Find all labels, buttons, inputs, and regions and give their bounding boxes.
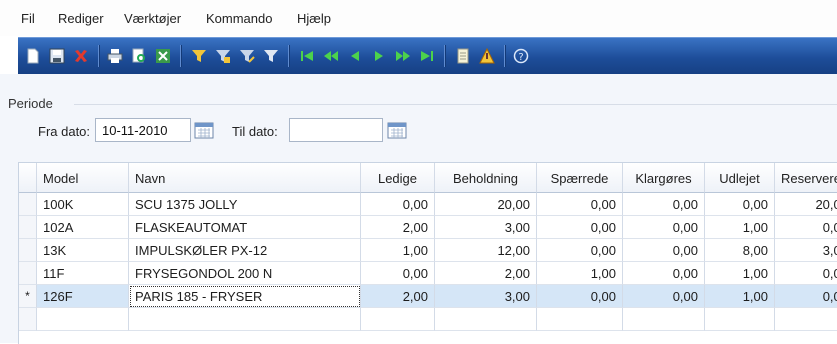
to-date-label: Til dato: <box>232 124 278 139</box>
cell-spaerrede[interactable]: 1,00 <box>537 262 623 285</box>
column-header-reserverede[interactable]: Reserverede <box>775 163 837 193</box>
new-row-cell[interactable] <box>435 308 537 331</box>
from-date-label: Fra dato: <box>38 124 91 139</box>
column-header-udlejet[interactable]: Udlejet <box>705 163 775 193</box>
previous-record-icon[interactable] <box>346 47 364 65</box>
menu-kommando[interactable]: Kommando <box>206 11 272 26</box>
delete-icon[interactable] <box>72 47 90 65</box>
from-date-input[interactable] <box>95 118 191 142</box>
cell-model[interactable]: 13K <box>37 239 129 262</box>
svg-text:?: ? <box>518 52 523 63</box>
menu-vaerktoejer[interactable]: Værktøjer <box>124 11 181 26</box>
cell-ledige[interactable]: 0,00 <box>361 262 435 285</box>
cell-udlejet[interactable]: 1,00 <box>705 262 775 285</box>
cell-model[interactable]: 126F <box>37 285 129 308</box>
menu-hjaelp[interactable]: Hjælp <box>297 11 331 26</box>
cell-beholdning[interactable]: 2,00 <box>435 262 537 285</box>
column-header-beholdning[interactable]: Beholdning <box>435 163 537 193</box>
cell-reserverede[interactable]: 0,00 <box>775 285 837 308</box>
new-row-cell[interactable] <box>361 308 435 331</box>
menu-fil[interactable]: Fil <box>21 11 35 26</box>
next-record-icon[interactable] <box>370 47 388 65</box>
row-selector[interactable] <box>19 308 37 331</box>
cell-spaerrede[interactable]: 0,00 <box>537 239 623 262</box>
filter-icon[interactable] <box>190 47 208 65</box>
cell-navn[interactable]: FRYSEGONDOL 200 N <box>129 262 361 285</box>
remove-filter-icon[interactable] <box>262 47 280 65</box>
cell-beholdning[interactable]: 3,00 <box>435 285 537 308</box>
row-selector[interactable]: * <box>19 285 37 308</box>
advanced-filter-icon[interactable] <box>238 47 256 65</box>
cell-spaerrede[interactable]: 0,00 <box>537 216 623 239</box>
document-icon[interactable] <box>454 47 472 65</box>
cell-ledige[interactable]: 2,00 <box>361 285 435 308</box>
cell-navn[interactable]: SCU 1375 JOLLY <box>129 193 361 216</box>
row-selector[interactable] <box>19 262 37 285</box>
cell-ledige[interactable]: 1,00 <box>361 239 435 262</box>
first-record-icon[interactable] <box>298 47 316 65</box>
column-header-klargoeres[interactable]: Klargøres <box>623 163 705 193</box>
cell-klargoeres[interactable]: 0,00 <box>623 216 705 239</box>
export-excel-icon[interactable] <box>154 47 172 65</box>
cell-ledige[interactable]: 2,00 <box>361 216 435 239</box>
menu-bar: Fil Rediger Værktøjer Kommando Hjælp <box>0 0 837 36</box>
grid-corner <box>19 163 37 193</box>
cell-model[interactable]: 102A <box>37 216 129 239</box>
cell-udlejet[interactable]: 1,00 <box>705 216 775 239</box>
cell-udlejet[interactable]: 8,00 <box>705 239 775 262</box>
next-page-icon[interactable] <box>394 47 412 65</box>
filter-by-selection-icon[interactable] <box>214 47 232 65</box>
row-selector[interactable] <box>19 193 37 216</box>
to-date-input[interactable] <box>289 118 383 142</box>
period-group-label: Periode <box>8 96 53 111</box>
cell-model[interactable]: 11F <box>37 262 129 285</box>
new-row-cell[interactable] <box>129 308 361 331</box>
cell-navn[interactable]: IMPULSKØLER PX-12 <box>129 239 361 262</box>
calendar-icon[interactable] <box>194 121 214 139</box>
cell-ledige[interactable]: 0,00 <box>361 193 435 216</box>
cell-beholdning[interactable]: 12,00 <box>435 239 537 262</box>
period-group-rule <box>74 104 837 105</box>
column-header-navn[interactable]: Navn <box>129 163 361 193</box>
cell-spaerrede[interactable]: 0,00 <box>537 193 623 216</box>
column-header-ledige[interactable]: Ledige <box>361 163 435 193</box>
menu-rediger[interactable]: Rediger <box>58 11 104 26</box>
cell-reserverede[interactable]: 3,00 <box>775 239 837 262</box>
previous-page-icon[interactable] <box>322 47 340 65</box>
cell-reserverede[interactable]: 0,00 <box>775 262 837 285</box>
save-icon[interactable] <box>48 47 66 65</box>
new-row-cell[interactable] <box>37 308 129 331</box>
cell-udlejet[interactable]: 1,00 <box>705 285 775 308</box>
calendar-icon[interactable] <box>387 121 407 139</box>
new-row-cell[interactable] <box>705 308 775 331</box>
print-preview-icon[interactable] <box>130 47 148 65</box>
cell-udlejet[interactable]: 0,00 <box>705 193 775 216</box>
cell-klargoeres[interactable]: 0,00 <box>623 193 705 216</box>
column-header-spaerrede[interactable]: Spærrede <box>537 163 623 193</box>
help-icon[interactable]: ? <box>512 47 530 65</box>
new-row-cell[interactable] <box>775 308 837 331</box>
cell-beholdning[interactable]: 3,00 <box>435 216 537 239</box>
print-icon[interactable] <box>106 47 124 65</box>
cell-reserverede[interactable]: 20,00 <box>775 193 837 216</box>
cell-klargoeres[interactable]: 0,00 <box>623 239 705 262</box>
inventory-grid: Model Navn Ledige Beholdning Spærrede Klargør… <box>18 162 837 344</box>
toolbar: ? <box>18 37 837 75</box>
row-selector[interactable] <box>19 239 37 262</box>
new-row-cell[interactable] <box>623 308 705 331</box>
row-selector[interactable] <box>19 216 37 239</box>
cell-navn[interactable]: FLASKEAUTOMAT <box>129 216 361 239</box>
cell-reserverede[interactable]: 0,00 <box>775 216 837 239</box>
column-header-model[interactable]: Model <box>37 163 129 193</box>
cell-klargoeres[interactable]: 0,00 <box>623 262 705 285</box>
last-record-icon[interactable] <box>418 47 436 65</box>
cell-beholdning[interactable]: 20,00 <box>435 193 537 216</box>
cell-model[interactable]: 100K <box>37 193 129 216</box>
cell-klargoeres[interactable]: 0,00 <box>623 285 705 308</box>
new-row-cell[interactable] <box>537 308 623 331</box>
alert-icon[interactable] <box>478 47 496 65</box>
cell-spaerrede[interactable]: 0,00 <box>537 285 623 308</box>
new-icon[interactable] <box>24 47 42 65</box>
cell-navn[interactable]: PARIS 185 - FRYSER <box>129 285 361 308</box>
